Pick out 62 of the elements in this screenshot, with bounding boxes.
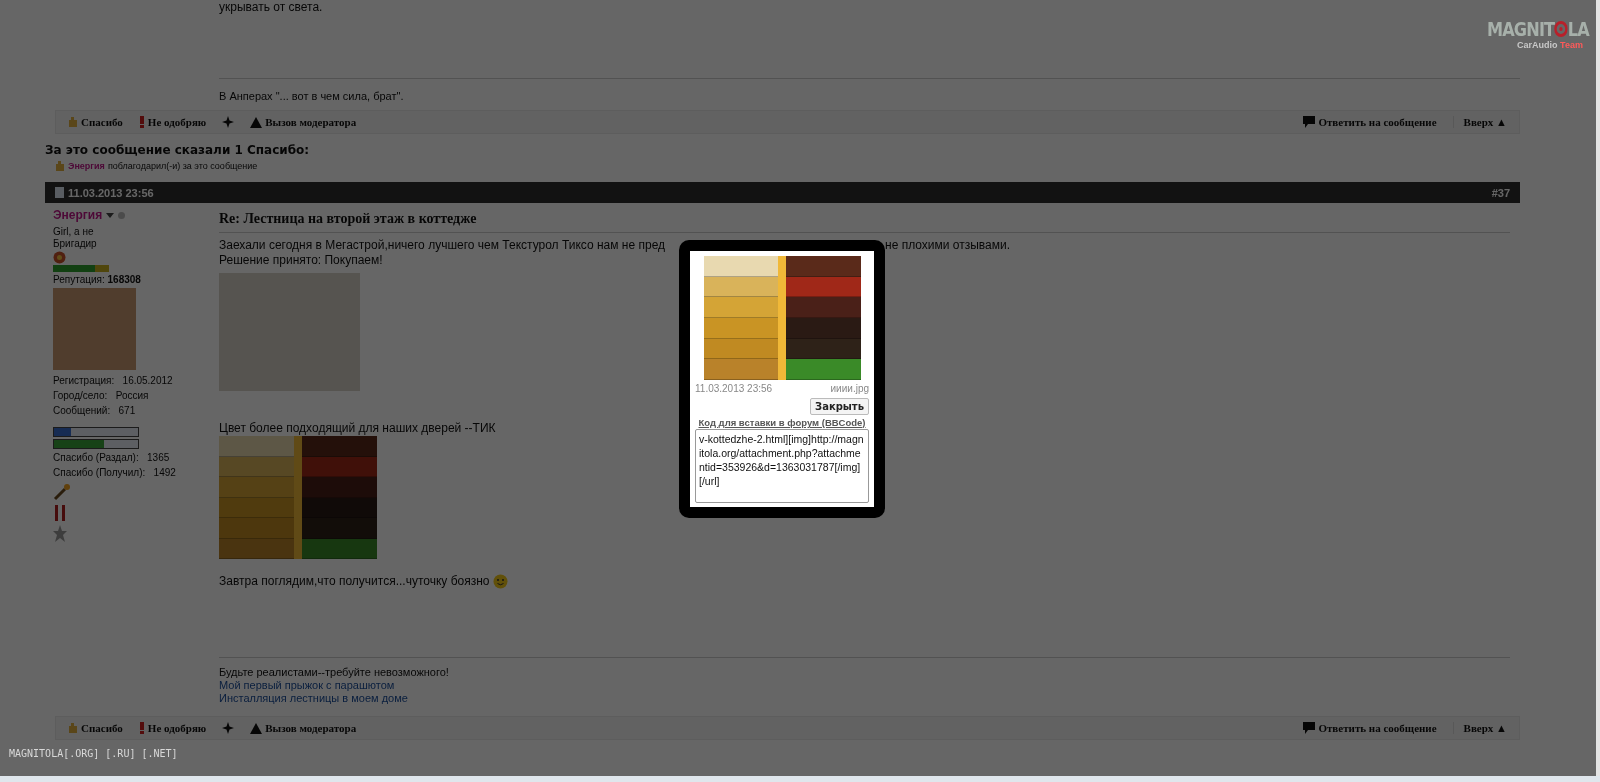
back-to-top-link[interactable]: Вверх ▲ — [1452, 116, 1507, 128]
color-swatch-drawing[interactable] — [219, 436, 377, 559]
user-stat: Город/село: Россия — [53, 389, 149, 402]
exclamation-icon — [138, 116, 145, 128]
site-domains-text: MAGNITOLA[.ORG] [.RU] [.NET] — [9, 748, 178, 759]
post-text: Решение принято: Покупаем! — [219, 253, 383, 268]
disapprove-link[interactable]: Не одобряю — [138, 116, 207, 128]
logo-subtitle: Team — [1560, 40, 1583, 50]
bbcode-label: Код для вставки в форум (BBCode) — [698, 417, 866, 428]
post-text: Завтра поглядим,что получится...чуточку боязно — [219, 574, 490, 589]
report-link[interactable]: Вызов модератора — [250, 722, 357, 734]
logo-text: LA — [1567, 18, 1589, 40]
username-link[interactable]: Энергия — [53, 208, 103, 222]
post-text: не плохими отзывами. — [885, 238, 1011, 252]
post-number-link[interactable]: #37 — [1491, 186, 1510, 199]
user-link[interactable]: Энергия — [68, 161, 105, 171]
reputation-bar-icon — [53, 265, 109, 272]
report-link[interactable]: Вызов модератора — [250, 116, 357, 128]
thanks-text: поблагодарил(-и) за это сообщение — [107, 161, 258, 171]
user-title: Girl, а не Бригадир — [53, 226, 98, 250]
torch-icon — [53, 483, 71, 501]
reply-link[interactable]: Ответить на сообщение — [1303, 722, 1437, 734]
speech-bubble-icon — [1303, 116, 1316, 128]
exclamation-icon — [138, 722, 145, 734]
user-stat: Регистрация: 16.05.2012 — [53, 374, 173, 387]
post-date: 11.03.2013 23:56 — [68, 186, 154, 199]
image-date: 11.03.2013 23:56 — [695, 383, 773, 394]
reputation-text: Репутация: 168308 — [53, 274, 141, 285]
disapprove-link[interactable]: Не одобряю — [138, 722, 207, 734]
star-icon[interactable] — [222, 722, 235, 734]
smiley-icon — [493, 574, 509, 589]
logo-subtitle: CarAudio — [1517, 40, 1558, 50]
post-text: Заехали сегодня в Мегастрой,ничего лучшего чем Текстурол Тиксо нам не пред — [219, 238, 667, 253]
user-stat: Сообщений: 671 — [53, 404, 136, 417]
thanks-link[interactable]: Спасибо — [68, 116, 123, 128]
document-icon — [55, 187, 64, 198]
thanks-link[interactable]: Спасибо — [68, 722, 123, 734]
signature-text: Будьте реалистами--требуйте невозможного! — [219, 666, 450, 679]
status-dot-icon — [118, 211, 126, 219]
back-to-top-link[interactable]: Вверх ▲ — [1452, 722, 1507, 734]
reply-link[interactable]: Ответить на сообщение — [1303, 116, 1437, 128]
close-button[interactable]: Закрыть — [810, 398, 869, 415]
warning-icon — [250, 722, 263, 734]
post-title: Re: Лестница на второй этаж в коттедже — [219, 211, 1510, 233]
signature-text: В Анперах "... вот в чем сила, брат". — [219, 90, 404, 102]
thanks-heading: За это сообщение сказали 1 Спасибо: — [45, 143, 311, 157]
flower-icon — [53, 251, 66, 264]
bbcode-field[interactable]: v-kottedzhe-2.html][img]http://magnitola.org/attachment.php?attachmentid=353926&d=1363031787[/img][/url] — [695, 429, 869, 503]
site-logo[interactable]: MAGNIT LA CarAudio Team — [1469, 18, 1589, 50]
file-name: ииии.jpg — [830, 383, 869, 394]
warning-icon — [250, 116, 263, 128]
star-icon[interactable] — [222, 116, 235, 128]
post-text: Цвет более подходящий для наших дверей --ТИК — [219, 421, 496, 436]
thanks-stat: Спасибо (Раздал): 1365 — [53, 451, 170, 464]
thanks-stat: Спасибо (Получил): 1492 — [53, 466, 176, 479]
speech-bubble-icon — [1303, 722, 1316, 734]
logo-text: MAGNIT — [1487, 18, 1555, 40]
signature-link[interactable]: Инсталляция лестницы в моем доме — [219, 692, 1510, 705]
caret-icon[interactable] — [106, 212, 115, 218]
signature-link[interactable]: Мой первый прыжок с парашютом — [219, 679, 1510, 692]
post-text: укрывать от света. — [219, 0, 324, 14]
medal-icon — [53, 505, 67, 543]
